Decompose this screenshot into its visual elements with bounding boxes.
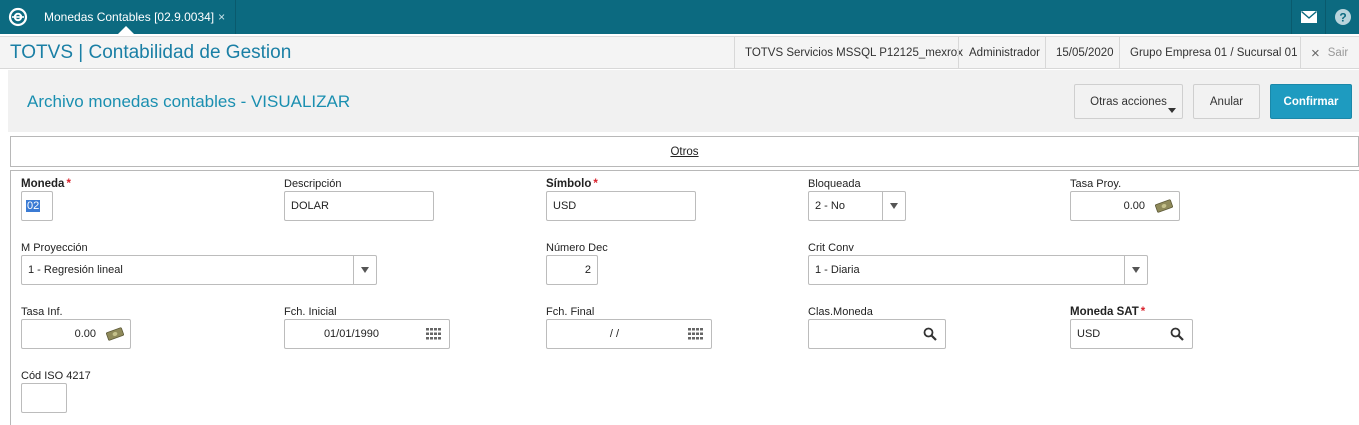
help-icon[interactable]: ?	[1325, 0, 1359, 34]
simbolo-field[interactable]: USD	[546, 191, 696, 221]
moneda-value: 02	[26, 200, 41, 212]
moneda-sat-field[interactable]: USD	[1070, 319, 1193, 349]
cancel-button[interactable]: Anular	[1193, 84, 1260, 119]
tab-label: Monedas Contables [02.9.0034]	[44, 10, 215, 24]
exit-label: Sair	[1327, 47, 1349, 59]
cod-iso-label: Cód ISO 4217	[21, 370, 91, 382]
fch-inicial-value: 01/01/1990	[323, 328, 379, 340]
calendar-icon[interactable]	[425, 326, 443, 342]
fch-final-label: Fch. Final	[546, 306, 595, 318]
close-icon: ×	[1311, 44, 1320, 62]
chevron-down-icon[interactable]	[353, 256, 376, 284]
m-proyeccion-label: M Proyección	[21, 242, 88, 254]
numero-dec-field[interactable]: 2	[546, 255, 598, 285]
svg-text:?: ?	[1339, 11, 1346, 25]
crit-conv-label: Crit Conv	[808, 242, 854, 254]
mail-icon[interactable]	[1291, 0, 1325, 34]
crit-conv-select[interactable]: 1 - Diaria	[808, 255, 1148, 285]
cancel-label: Anular	[1209, 95, 1244, 108]
numero-dec-value: 2	[584, 264, 591, 276]
date-info: 15/05/2020	[1045, 37, 1124, 69]
moneda-sat-value: USD	[1077, 328, 1101, 340]
confirm-label: Confirmar	[1283, 95, 1339, 108]
tasa-proy-field[interactable]: 0.00	[1070, 191, 1180, 221]
exit-button[interactable]: × Sair	[1300, 37, 1359, 69]
clas-moneda-field[interactable]	[808, 319, 946, 349]
title-bar: TOTVS | Contabilidad de Gestion TOTVS Se…	[0, 36, 1359, 69]
active-tab-indicator	[118, 26, 134, 34]
moneda-field[interactable]: 02	[21, 191, 53, 221]
chevron-down-icon[interactable]	[1124, 256, 1147, 284]
tab-otros[interactable]: Otros	[10, 136, 1359, 167]
user-info: Administrador	[958, 37, 1050, 69]
crit-conv-value: 1 - Diaria	[815, 264, 860, 276]
confirm-button[interactable]: Confirmar	[1270, 84, 1352, 119]
simbolo-value: USD	[553, 200, 577, 212]
totvs-logo-icon[interactable]	[8, 7, 28, 27]
tasa-proy-value: 0.00	[1123, 200, 1145, 212]
moneda-sat-label: Moneda SAT *	[1070, 306, 1146, 318]
numero-dec-label: Número Dec	[546, 242, 608, 254]
descripcion-label: Descripción	[284, 178, 342, 190]
fch-inicial-label: Fch. Inicial	[284, 306, 337, 318]
page-header: Archivo monedas contables - VISUALIZAR O…	[8, 70, 1359, 132]
form-panel: Moneda * 02 Descripción DOLAR Símbolo * US…	[10, 170, 1359, 425]
app-title: TOTVS | Contabilidad de Gestion	[10, 42, 292, 63]
search-icon[interactable]	[1168, 326, 1186, 342]
m-proyeccion-value: 1 - Regresión lineal	[28, 264, 123, 276]
bloqueada-label: Bloqueada	[808, 178, 861, 190]
tasa-inf-label: Tasa Inf.	[21, 306, 63, 318]
required-marker: *	[66, 178, 71, 190]
fch-final-value: / /	[609, 328, 619, 340]
company-info: Grupo Empresa 01 / Sucursal 01	[1119, 37, 1307, 69]
simbolo-label: Símbolo *	[546, 178, 598, 190]
moneda-label: Moneda *	[21, 178, 71, 190]
top-bar: Monedas Contables [02.9.0034] × ?	[0, 0, 1359, 34]
chevron-down-icon	[1168, 108, 1176, 113]
tab-otros-label: Otros	[670, 145, 699, 158]
other-actions-button[interactable]: Otras acciones	[1074, 84, 1183, 119]
tab-monedas-contables[interactable]: Monedas Contables [02.9.0034] ×	[34, 0, 237, 34]
bloqueada-select[interactable]: 2 - No	[808, 191, 906, 221]
other-actions-label: Otras acciones	[1090, 95, 1167, 108]
required-marker: *	[1140, 306, 1146, 318]
close-tab-icon[interactable]: ×	[218, 10, 225, 24]
descripcion-field[interactable]: DOLAR	[284, 191, 434, 221]
m-proyeccion-select[interactable]: 1 - Regresión lineal	[21, 255, 377, 285]
page-title: Archivo monedas contables - VISUALIZAR	[27, 92, 351, 111]
money-icon[interactable]	[1155, 198, 1173, 214]
environment-info: TOTVS Servicios MSSQL P12125_mexrox	[734, 37, 973, 69]
fch-inicial-field[interactable]: 01/01/1990	[284, 319, 450, 349]
bloqueada-value: 2 - No	[815, 200, 845, 212]
tasa-inf-field[interactable]: 0.00	[21, 319, 131, 349]
clas-moneda-label: Clas.Moneda	[808, 306, 873, 318]
tasa-proy-label: Tasa Proy.	[1070, 178, 1122, 190]
fch-final-field[interactable]: / /	[546, 319, 712, 349]
money-icon[interactable]	[106, 326, 124, 342]
chevron-down-icon[interactable]	[882, 192, 905, 220]
required-marker: *	[593, 178, 598, 190]
descripcion-value: DOLAR	[291, 200, 329, 212]
search-icon[interactable]	[921, 326, 939, 342]
tasa-inf-value: 0.00	[74, 328, 96, 340]
calendar-icon[interactable]	[687, 326, 705, 342]
cod-iso-field[interactable]	[21, 383, 67, 413]
